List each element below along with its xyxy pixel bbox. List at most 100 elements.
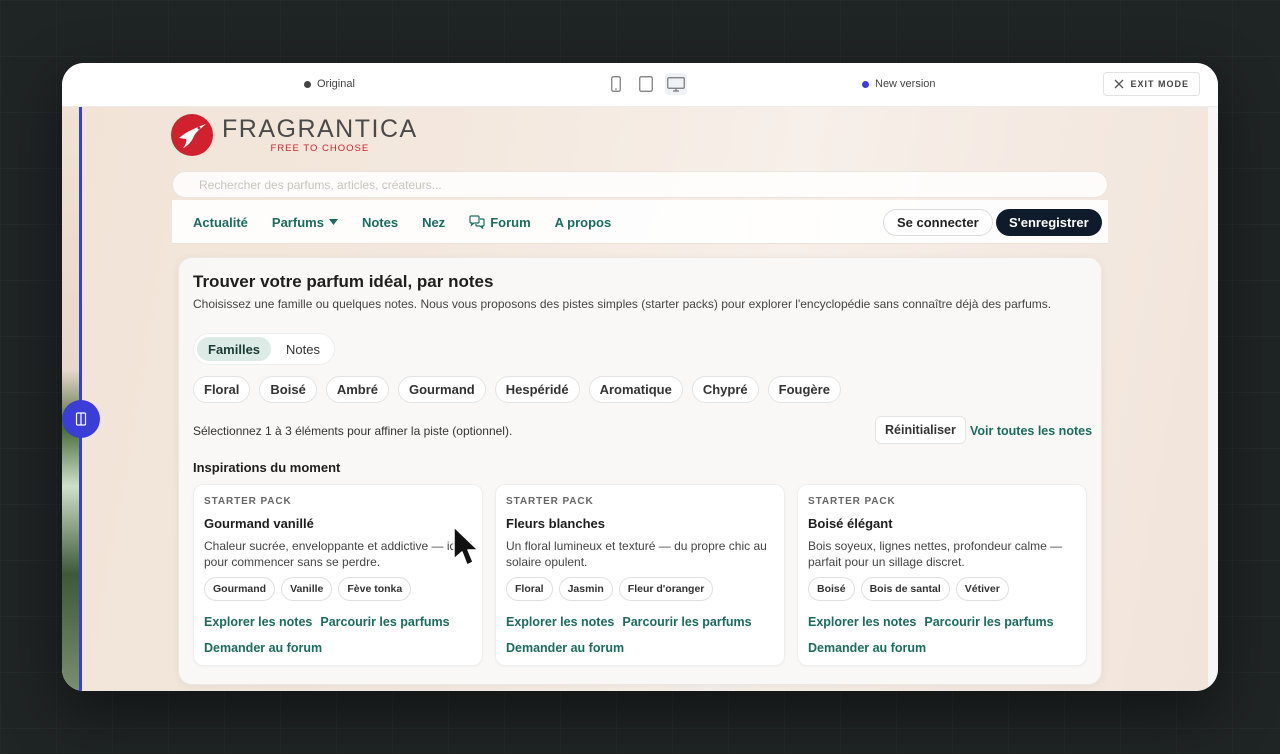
nav-item-a-propos[interactable]: A propos (555, 215, 612, 230)
card-description: Chaleur sucrée, enveloppante et addictiv… (204, 539, 473, 569)
inspirations-heading: Inspirations du moment (193, 460, 341, 475)
card-title: Gourmand vanillé (204, 516, 314, 531)
new-version-label: New version (862, 78, 936, 90)
original-label: Original (304, 78, 355, 90)
comparison-divider[interactable] (79, 107, 82, 691)
chevron-down-icon (328, 219, 338, 225)
card-title: Boisé élégant (808, 516, 893, 531)
starter-pack-card: STARTER PACK Gourmand vanillé Chaleur su… (193, 484, 483, 666)
note-tag[interactable]: Bois de santal (860, 577, 950, 601)
viewport-scrollbar[interactable] (1208, 107, 1218, 691)
family-chip-ambre[interactable]: Ambré (325, 376, 389, 403)
card-tags: Boisé Bois de santal Vétiver (808, 577, 1009, 601)
new-version-dot (862, 80, 869, 88)
note-tag[interactable]: Gourmand (204, 577, 276, 601)
main-navigation: Actualité Parfums Notes Nez Forum A prop… (172, 200, 1108, 244)
card-description: Un floral lumineux et texturé — du propr… (506, 539, 767, 569)
family-chip-aromatique[interactable]: Aromatique (588, 376, 683, 403)
nav-item-label: Notes (361, 214, 399, 230)
starter-pack-cards: STARTER PACK Gourmand vanillé Chaleur su… (193, 484, 1087, 666)
search-input[interactable]: Rechercher des parfums, articles, créate… (172, 171, 1108, 198)
card-kicker: STARTER PACK (204, 496, 292, 507)
mobile-icon (611, 76, 621, 92)
ask-forum-link[interactable]: Demander au forum (506, 641, 624, 655)
family-chip-chypre[interactable]: Chypré (691, 376, 759, 403)
starter-pack-card: STARTER PACK Boisé élégant Bois soyeux, … (797, 484, 1087, 666)
drag-handle-icon (75, 412, 87, 426)
hummingbird-logo-icon (171, 114, 213, 156)
nav-item-actualite[interactable]: Actualité (193, 215, 248, 230)
tab-familles[interactable]: Familles (197, 337, 272, 361)
site-logo[interactable]: FRAGRANTICA FREE TO CHOOSE (170, 113, 418, 157)
login-button[interactable]: Se connecter (883, 209, 993, 236)
nav-item-label: Forum (490, 214, 531, 230)
comparison-toolbar: Original New version EXIT MODE (62, 63, 1218, 107)
nav-item-forum[interactable]: Forum (469, 214, 531, 230)
see-all-notes-link[interactable]: Voir toutes les notes (970, 424, 1092, 438)
finder-description: Choisissez une famille ou quelques notes… (193, 297, 1052, 311)
explore-notes-link[interactable]: Explorer les notes (204, 615, 312, 629)
nav-item-notes[interactable]: Notes (362, 215, 398, 230)
desktop-device-button[interactable] (665, 73, 687, 95)
card-title: Fleurs blanches (506, 516, 605, 531)
tablet-device-button[interactable] (635, 73, 657, 95)
nav-item-label: A propos (554, 214, 612, 230)
explore-notes-link[interactable]: Explorer les notes (808, 615, 916, 629)
nav-item-nez[interactable]: Nez (422, 215, 445, 230)
explore-notes-link[interactable]: Explorer les notes (506, 615, 614, 629)
nav-item-label: Actualité (193, 214, 248, 230)
browse-perfumes-link[interactable]: Parcourir les parfums (320, 615, 449, 629)
signup-button[interactable]: S'enregistrer (996, 209, 1102, 236)
nav-item-label: Nez (422, 214, 446, 230)
divider-drag-handle[interactable] (62, 400, 100, 438)
original-dot (304, 80, 311, 88)
exit-mode-button[interactable]: EXIT MODE (1103, 72, 1200, 96)
new-version-label-text: New version (875, 78, 936, 90)
original-version-strip (62, 107, 80, 691)
selection-hint: Sélectionnez 1 à 3 éléments pour affiner… (193, 424, 513, 438)
finder-mode-tabs: Familles Notes (193, 333, 335, 365)
card-description: Bois soyeux, lignes nettes, profondeur c… (808, 539, 1063, 569)
exit-mode-label: EXIT MODE (1130, 79, 1189, 89)
card-kicker: STARTER PACK (506, 496, 594, 507)
original-label-text: Original (317, 78, 355, 90)
browse-perfumes-link[interactable]: Parcourir les parfums (924, 615, 1053, 629)
family-chips: Floral Boisé Ambré Gourmand Hespéridé Ar… (193, 376, 841, 403)
chat-bubbles-icon (469, 215, 485, 229)
note-tag[interactable]: Jasmin (558, 577, 613, 601)
note-tag[interactable]: Floral (506, 577, 553, 601)
family-chip-floral[interactable]: Floral (193, 376, 251, 403)
browse-perfumes-link[interactable]: Parcourir les parfums (622, 615, 751, 629)
card-tags: Gourmand Vanille Fève tonka (204, 577, 412, 601)
note-tag[interactable]: Vétiver (955, 577, 1009, 601)
note-tag[interactable]: Fève tonka (338, 577, 412, 601)
nav-item-label: Parfums (271, 214, 324, 230)
ask-forum-link[interactable]: Demander au forum (808, 641, 926, 655)
family-chip-fougere[interactable]: Fougère (767, 376, 841, 403)
nav-items: Actualité Parfums Notes Nez Forum A prop… (193, 200, 611, 244)
mobile-device-button[interactable] (605, 73, 627, 95)
card-links: Explorer les notes Parcourir les parfums (204, 615, 450, 629)
note-tag[interactable]: Vanille (281, 577, 333, 601)
note-tag[interactable]: Boisé (808, 577, 855, 601)
card-kicker: STARTER PACK (808, 496, 896, 507)
family-chip-hesperide[interactable]: Hespéridé (494, 376, 580, 403)
mouse-cursor-icon (453, 526, 478, 566)
brand-tagline: FREE TO CHOOSE (270, 143, 370, 154)
starter-pack-card: STARTER PACK Fleurs blanches Un floral l… (495, 484, 785, 666)
fragrance-finder-panel: Trouver votre parfum idéal, par notes Ch… (178, 257, 1102, 685)
site-viewport: FRAGRANTICA FREE TO CHOOSE Rechercher de… (62, 107, 1208, 691)
reset-button[interactable]: Réinitialiser (875, 416, 966, 444)
card-links: Explorer les notes Parcourir les parfums (506, 615, 752, 629)
nav-item-parfums[interactable]: Parfums (272, 215, 338, 230)
device-switcher (605, 73, 687, 95)
close-icon (1115, 79, 1124, 89)
logo-wordmark: FRAGRANTICA FREE TO CHOOSE (222, 116, 418, 154)
ask-forum-link[interactable]: Demander au forum (204, 641, 322, 655)
family-chip-gourmand[interactable]: Gourmand (398, 376, 486, 403)
desktop-icon (667, 76, 685, 92)
note-tag[interactable]: Fleur d'oranger (618, 577, 714, 601)
tab-notes[interactable]: Notes (275, 337, 331, 361)
finder-title: Trouver votre parfum idéal, par notes (193, 272, 494, 291)
family-chip-boise[interactable]: Boisé (259, 376, 317, 403)
